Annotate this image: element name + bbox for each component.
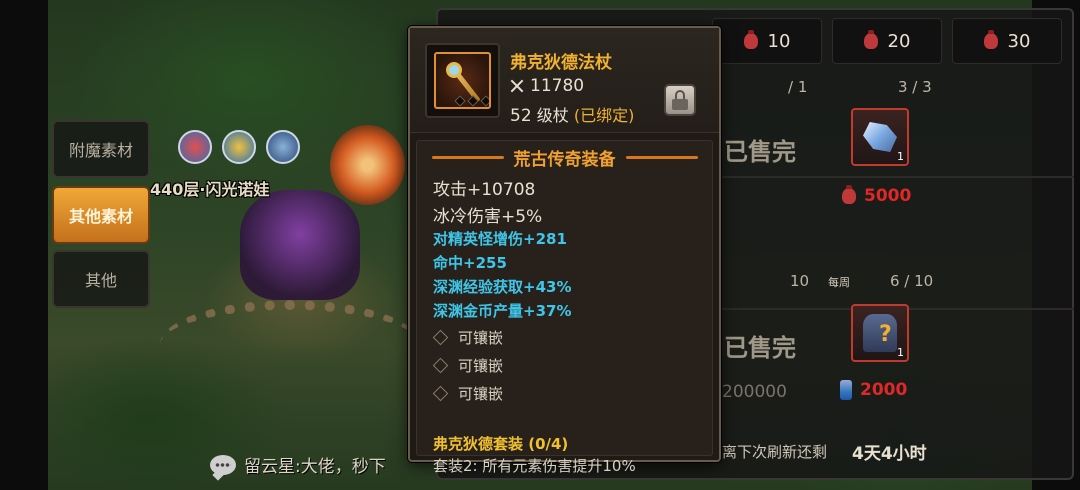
shop-item-mystery[interactable]: 1 xyxy=(851,304,909,362)
gem-socket: 可镶嵌 xyxy=(432,327,503,348)
price-tier-value: 20 xyxy=(887,30,911,52)
item-price: 5000 xyxy=(842,185,912,206)
bag-icon xyxy=(863,30,878,49)
skill-icon xyxy=(266,130,300,164)
set-bonus: 套装2: 所有元素伤害提升10% xyxy=(433,457,636,475)
set-name: 弗克狄德套装 (0/4) xyxy=(433,435,569,453)
item-price: 2000 xyxy=(840,380,907,400)
tooltip-header: 弗克狄德法杖 11780 52 级杖 (已绑定) xyxy=(410,28,719,133)
chat-text: 留云星:大佬，秒下 xyxy=(244,457,386,477)
stone-path xyxy=(160,300,420,390)
socket-dots xyxy=(450,95,489,107)
rarity-title: 荒古传奇装备 xyxy=(513,149,616,170)
lock-button[interactable] xyxy=(664,84,696,116)
stock-count: 6 / 10 xyxy=(890,272,934,290)
stock-count: / 1 xyxy=(788,78,808,96)
item-price: 200000 xyxy=(722,382,787,402)
gem-socket: 可镶嵌 xyxy=(432,383,503,404)
item-quantity: 1 xyxy=(897,150,904,163)
refresh-label: 离下次刷新还剩 xyxy=(722,443,828,461)
chat-message[interactable]: 留云星:大佬，秒下 xyxy=(210,452,386,477)
item-name: 弗克狄德法杖 xyxy=(510,53,612,73)
sold-out-label: 已售完 xyxy=(724,334,796,362)
tooltip-body: 荒古传奇装备 攻击+10708 冰冷伤害+5% 对精英怪增伤+281 命中+25… xyxy=(416,140,713,475)
base-stat: 攻击+10708 xyxy=(433,180,536,200)
weekly-limit-label: 每周 xyxy=(828,276,850,289)
item-price-value: 5000 xyxy=(864,186,912,206)
crystal-item-icon xyxy=(863,122,897,152)
potion-icon xyxy=(840,380,852,400)
item-quantity: 1 xyxy=(897,346,904,359)
player-name: 440层·闪光诺娃 xyxy=(150,180,270,199)
shop-item-crystal[interactable]: 1 xyxy=(851,108,909,166)
socket-diamond-icon xyxy=(432,329,449,346)
skill-icon xyxy=(178,130,212,164)
chat-icon xyxy=(210,454,236,475)
tab-enchant-materials[interactable]: 附魔素材 xyxy=(52,120,150,178)
bag-icon xyxy=(743,30,758,49)
stock-count: 10 xyxy=(790,272,810,290)
bonus-stat: 对精英怪增伤+281 xyxy=(433,230,567,248)
staff-item-icon xyxy=(434,52,491,109)
item-level-value: 52 xyxy=(510,106,532,126)
screen-edge-left xyxy=(0,0,48,490)
stock-count: 3 / 3 xyxy=(898,78,932,96)
staff-head xyxy=(446,62,462,78)
bag-icon xyxy=(842,185,856,204)
combat-power-value: 11780 xyxy=(530,76,585,96)
bag-icon xyxy=(983,30,998,49)
price-tier[interactable]: 20 xyxy=(832,18,942,64)
mystery-item-icon xyxy=(863,314,897,352)
item-type: 级杖 xyxy=(536,106,569,125)
item-icon-frame xyxy=(425,43,500,118)
gem-socket: 可镶嵌 xyxy=(432,355,503,376)
hero-character xyxy=(240,190,360,300)
rarity-heading: 荒古传奇装备 xyxy=(417,145,712,170)
combat-power: 11780 xyxy=(510,76,584,96)
tab-other[interactable]: 其他 xyxy=(52,250,150,308)
item-price-value: 2000 xyxy=(860,380,908,400)
fire-spirit-character xyxy=(330,125,405,205)
bound-status: (已绑定) xyxy=(573,106,635,125)
price-tier[interactable]: 30 xyxy=(952,18,1062,64)
price-tier-value: 30 xyxy=(1007,30,1031,52)
price-tier-value: 10 xyxy=(767,30,791,52)
swords-icon xyxy=(510,79,524,93)
bonus-stat: 深渊金币产量+37% xyxy=(433,302,572,320)
tab-other-materials[interactable]: 其他素材 xyxy=(52,186,150,244)
socket-diamond-icon xyxy=(432,357,449,374)
sold-out-label: 已售完 xyxy=(724,138,796,166)
socket-diamond-icon xyxy=(432,385,449,402)
bonus-stat: 深渊经验获取+43% xyxy=(433,278,572,296)
item-tooltip: 弗克狄德法杖 11780 52 级杖 (已绑定) 荒古传奇装备 攻击+10708… xyxy=(408,26,721,475)
refresh-countdown: 4天4小时 xyxy=(852,444,927,464)
item-level: 52 级杖 (已绑定) xyxy=(510,102,634,126)
base-stat: 冰冷伤害+5% xyxy=(433,207,543,227)
skill-icon xyxy=(222,130,256,164)
price-tier[interactable]: 10 xyxy=(712,18,822,64)
bonus-stat: 命中+255 xyxy=(433,254,507,272)
